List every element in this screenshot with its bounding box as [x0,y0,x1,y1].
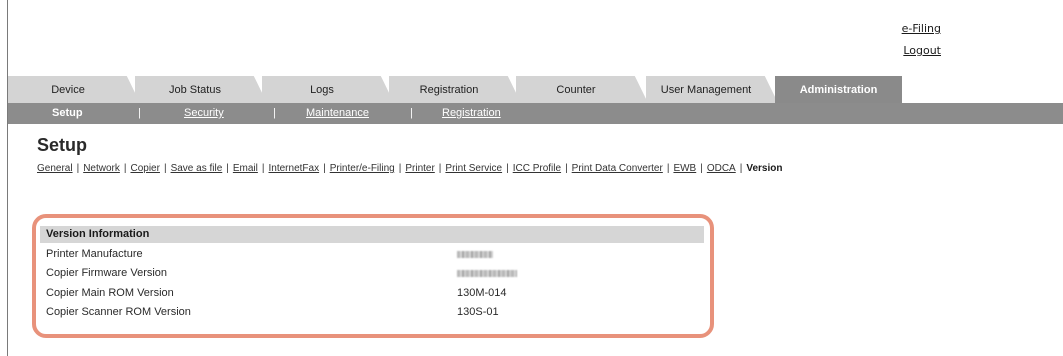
tab-administration[interactable]: Administration [775,76,902,103]
link-internetfax[interactable]: InternetFax [269,163,320,174]
tab-registration[interactable]: Registration [389,76,521,103]
link-general[interactable]: General [37,163,73,174]
link-separator: | [398,163,402,174]
link-print-data-converter[interactable]: Print Data Converter [572,163,663,174]
link-icc-profile[interactable]: ICC Profile [513,163,561,174]
tab-label: Administration [799,84,878,96]
version-row-label: Copier Scanner ROM Version [46,306,191,318]
version-row-value-redacted [457,248,493,261]
page-title: Setup [37,135,88,155]
subnav-maintenance[interactable]: Maintenance [306,103,369,124]
link-email[interactable]: Email [233,163,258,174]
setup-category-links: General | Network | Copier | Save as file | Emai… [37,163,782,174]
link-separator: | [261,163,265,174]
version-row-label: Copier Firmware Version [46,267,168,279]
link-ewb[interactable]: EWB [673,163,696,174]
version-row-value: 130M-014 [457,287,507,299]
link-separator: | [700,163,703,174]
version-row-printer-manufacture: Printer Manufacture [46,248,706,266]
tab-job-status[interactable]: Job Status [135,76,267,103]
tab-label: Device [51,84,85,96]
link-printer[interactable]: Printer [405,163,434,174]
version-info-header: Version Information [40,226,704,243]
link-separator: | [76,163,80,174]
link-separator: | [506,163,509,174]
tab-label: Registration [419,84,479,96]
tab-label: Logs [310,84,334,96]
logout-link[interactable]: Logout [902,40,941,62]
link-odca[interactable]: ODCA [707,163,736,174]
tab-label: Job Status [169,84,221,96]
subnav-separator: | [138,107,141,119]
subnav-separator: | [410,107,413,119]
tab-user-management[interactable]: User Management [646,76,778,103]
link-separator: | [323,163,326,174]
main-tab-bar: Device Job Status Logs Registration Coun… [8,76,1063,103]
tab-logs[interactable]: Logs [262,76,394,103]
version-row-scanner-rom: Copier Scanner ROM Version 130S-01 [46,306,706,324]
link-separator: | [123,163,127,174]
link-separator: | [438,163,442,174]
tab-device[interactable]: Device [8,76,140,103]
efiling-link[interactable]: e-Filing [902,18,941,40]
link-version-current: Version [746,163,783,174]
tab-label: User Management [660,84,752,96]
link-save-as-file[interactable]: Save as file [171,163,223,174]
link-printer-efiling[interactable]: Printer/e-Filing [330,163,395,174]
left-border-line [7,0,8,356]
sub-navigation-bar: Setup | Security | Maintenance | Registr… [8,103,1063,124]
version-row-label: Printer Manufacture [46,248,143,260]
tab-counter[interactable]: Counter [516,76,648,103]
tab-label: Counter [556,84,596,96]
subnav-setup[interactable]: Setup [52,103,83,124]
link-network[interactable]: Network [83,163,120,174]
link-separator: | [163,163,167,174]
version-row-value: 130S-01 [457,306,499,318]
version-row-firmware: Copier Firmware Version [46,267,706,285]
link-separator: | [666,163,670,174]
subnav-registration[interactable]: Registration [442,103,501,124]
subnav-security[interactable]: Security [184,103,224,124]
link-separator: | [565,163,568,174]
subnav-separator: | [273,107,276,119]
link-copier[interactable]: Copier [130,163,159,174]
version-row-label: Copier Main ROM Version [46,287,174,299]
version-row-value-redacted [457,267,517,280]
link-separator: | [226,163,229,174]
link-separator: | [739,163,743,174]
top-links: e-Filing Logout [902,18,941,62]
version-row-main-rom: Copier Main ROM Version 130M-014 [46,287,706,305]
link-print-service[interactable]: Print Service [445,163,502,174]
